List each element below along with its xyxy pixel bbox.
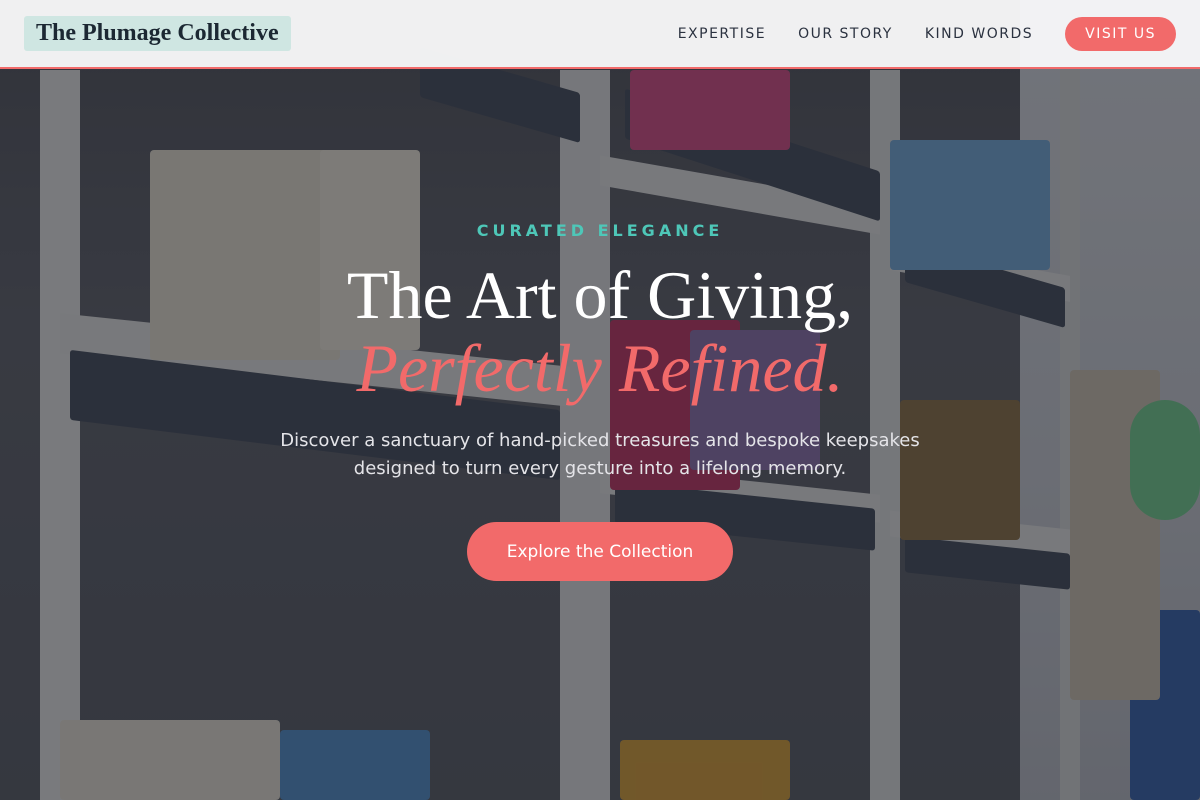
hero-eyebrow: CURATED ELEGANCE [476,221,724,240]
hero-headline: The Art of Giving, [346,257,854,333]
explore-collection-button[interactable]: Explore the Collection [467,522,733,581]
hero-content: CURATED ELEGANCE The Art of Giving, Perf… [0,0,1200,800]
hero-headline-accent: Perfectly Refined. [356,330,844,406]
hero-subtitle: Discover a sanctuary of hand-picked trea… [280,430,920,479]
